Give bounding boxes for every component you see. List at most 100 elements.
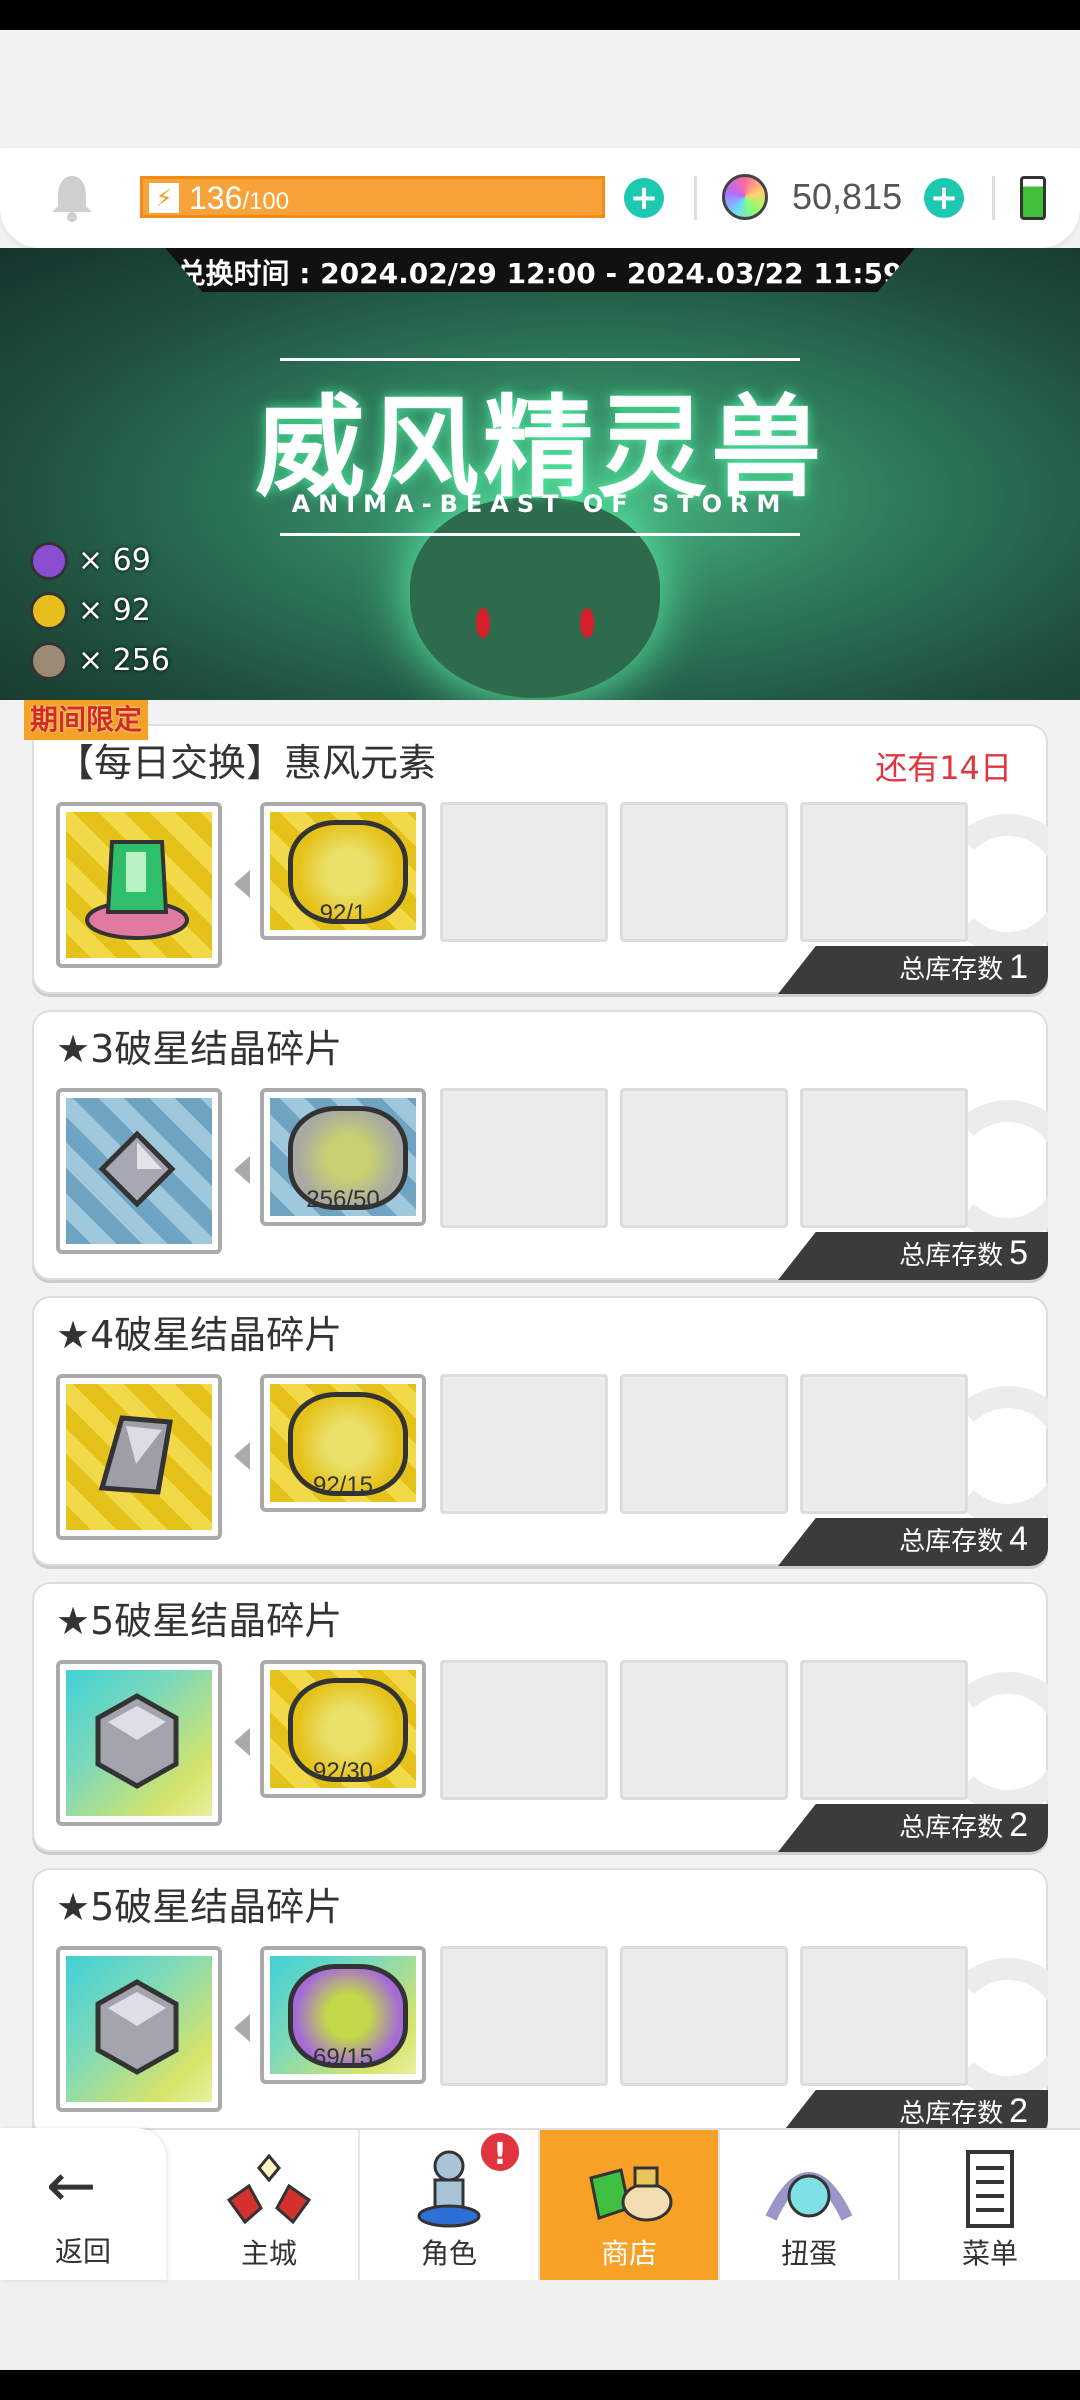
cost-count: 69/15: [312, 2044, 374, 2071]
empty-slot: [620, 1088, 788, 1228]
nav-menu[interactable]: 菜单: [900, 2130, 1080, 2282]
reward-item[interactable]: [56, 1088, 222, 1254]
purple-coin-icon: 69/15: [270, 1956, 416, 2074]
purple-medal-icon: [30, 542, 68, 580]
reward-item[interactable]: [56, 1660, 222, 1826]
card-title: ★4破星结晶碎片: [56, 1313, 343, 1357]
cost-count: 92/30: [312, 1758, 374, 1785]
add-gems-button[interactable]: +: [924, 178, 964, 218]
empty-slot: [800, 1946, 968, 2086]
empty-slot: [620, 1946, 788, 2086]
castle-icon: [221, 2148, 317, 2230]
cost-item[interactable]: 92/1: [260, 802, 426, 940]
exchange-arrow: [234, 1442, 250, 1470]
stock-bar: 总库存数 5: [778, 1232, 1048, 1280]
star5-shard-icon: [66, 1670, 212, 1816]
bell-icon[interactable]: [50, 172, 94, 222]
card-title: 【每日交换】惠风元素: [56, 741, 437, 785]
stock-count: 5: [1009, 1234, 1028, 1272]
divider: [694, 176, 697, 220]
exchange-card[interactable]: ★4破星结晶碎片 92/15 总库存数 4: [32, 1296, 1048, 1566]
empty-slot: [620, 802, 788, 942]
exchange-arrow: [234, 1156, 250, 1184]
gold-coin-icon: 92/1: [270, 812, 416, 930]
back-label: 返回: [54, 2235, 111, 2268]
gacha-icon: [761, 2148, 857, 2230]
empty-slot: [620, 1660, 788, 1800]
empty-slot: [800, 802, 968, 942]
reward-item[interactable]: [56, 1374, 222, 1540]
exchange-card[interactable]: 【每日交换】惠风元素 还有14日 92/1 总库存数 1: [32, 724, 1048, 994]
exchange-arrow: [234, 1728, 250, 1756]
stamina-current: 136: [189, 180, 243, 216]
cost-item[interactable]: 256/50: [260, 1088, 426, 1226]
exchange-card[interactable]: ★5破星结晶碎片 92/30 总库存数 2: [32, 1582, 1048, 1852]
add-stamina-button[interactable]: +: [624, 178, 664, 218]
shop-icon: [581, 2148, 677, 2230]
stock-label-text: 总库存数: [899, 1813, 1004, 1843]
empty-slot: [440, 802, 608, 942]
bronze-medal-icon: [30, 642, 68, 680]
stock-count: 2: [1009, 1806, 1028, 1844]
cost-item[interactable]: 92/30: [260, 1660, 426, 1798]
stock-bar: 总库存数 2: [778, 1804, 1048, 1852]
reward-item[interactable]: [56, 802, 222, 968]
event-banner: 兑换时间 : 2024.02/29 12:00 - 2024.03/22 11:…: [0, 248, 1080, 700]
currency-count: × 92: [78, 593, 151, 628]
empty-slot: [440, 1088, 608, 1228]
stock-label: 总库存数 2: [899, 1805, 1028, 1848]
currency-count: × 256: [78, 643, 170, 678]
exchange-arrow: [234, 870, 250, 898]
back-button[interactable]: ← 返回: [0, 2128, 166, 2280]
green-element-icon: [66, 812, 212, 958]
cost-count: 92/1: [319, 900, 367, 927]
gem-icon: [722, 174, 768, 220]
nav-shop[interactable]: 商店: [540, 2130, 720, 2282]
empty-slot: [620, 1374, 788, 1514]
cost-count: 256/50: [306, 1186, 380, 1213]
card-title: ★5破星结晶碎片: [56, 1885, 343, 1929]
title-rule: [280, 533, 800, 536]
stamina-bar: ⚡ 136/100: [140, 176, 605, 218]
exchange-card[interactable]: ★3破星结晶碎片 256/50 总库存数 5: [32, 1010, 1048, 1280]
stock-label: 总库存数 1: [899, 947, 1028, 990]
currency-count: × 69: [78, 543, 151, 578]
empty-slot: [440, 1660, 608, 1800]
nav-label: 商店: [600, 2237, 657, 2270]
stock-label-text: 总库存数: [899, 1527, 1004, 1557]
reward-item[interactable]: [56, 1946, 222, 2112]
time-remaining: 还有14日: [875, 749, 1012, 787]
stock-bar: 总库存数 4: [778, 1518, 1048, 1566]
cost-count: 92/15: [312, 1472, 374, 1499]
stock-label-text: 总库存数: [899, 1241, 1004, 1271]
nav-label: 菜单: [961, 2237, 1018, 2270]
menu-list-icon: [942, 2148, 1038, 2230]
cost-item[interactable]: 92/15: [260, 1374, 426, 1512]
cost-item[interactable]: 69/15: [260, 1946, 426, 2084]
alert-badge: !: [478, 2130, 522, 2174]
nav-label: 主城: [240, 2237, 297, 2270]
event-subtitle: ANIMA-BEAST OF STORM: [291, 490, 789, 518]
nav-castle[interactable]: 主城: [180, 2130, 360, 2282]
serpent-eye: [476, 608, 490, 638]
stock-count: 2: [1009, 2092, 1028, 2130]
arrow-left-icon: ←: [46, 2151, 97, 2221]
stock-label-text: 总库存数: [899, 2099, 1004, 2129]
stock-label: 总库存数 4: [899, 1519, 1028, 1562]
lightning-icon: ⚡: [149, 183, 179, 213]
stock-label-text: 总库存数: [899, 955, 1004, 985]
exchange-arrow: [234, 2014, 250, 2042]
gold-coin-icon: 92/30: [270, 1670, 416, 1788]
exchange-period: 兑换时间 : 2024.02/29 12:00 - 2024.03/22 11:…: [177, 257, 903, 290]
gold-medal-icon: [30, 592, 68, 630]
exchange-card[interactable]: ★5破星结晶碎片 69/15 总库存数 2: [32, 1868, 1048, 2138]
nav-character[interactable]: ! 角色: [360, 2130, 540, 2282]
star5-shard-icon: [66, 1956, 212, 2102]
nav-gacha[interactable]: 扭蛋: [720, 2130, 900, 2282]
serpent-eye: [580, 608, 594, 638]
card-title: ★3破星结晶碎片: [56, 1027, 343, 1071]
nav-label: 扭蛋: [780, 2237, 837, 2270]
battery-icon: [1020, 176, 1046, 220]
status-bar: [0, 0, 1080, 30]
stock-count: 1: [1009, 948, 1028, 986]
